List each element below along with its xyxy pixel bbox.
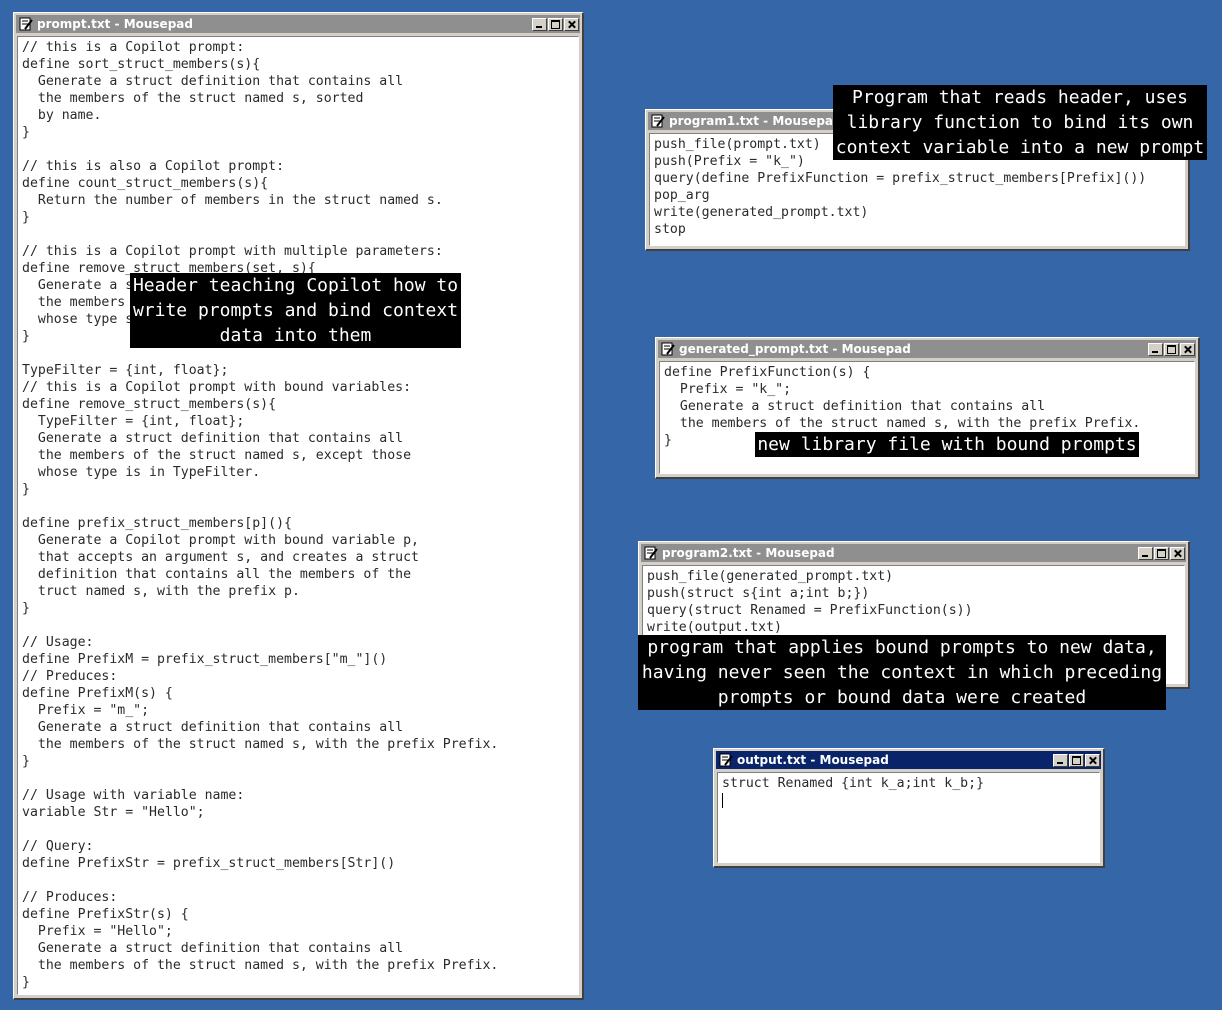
output-text: struct Renamed {int k_a;int k_b;} bbox=[722, 776, 985, 791]
notepad-icon bbox=[644, 546, 658, 560]
titlebar-prompt[interactable]: prompt.txt - Mousepad bbox=[16, 15, 580, 33]
close-icon[interactable] bbox=[1170, 546, 1185, 560]
annotation-program1: Program that reads header, uses library … bbox=[833, 85, 1207, 160]
editor-content[interactable]: // this is a Copilot prompt: define sort… bbox=[18, 37, 578, 991]
titlebar-output[interactable]: output.txt - Mousepad bbox=[716, 751, 1101, 769]
text-caret bbox=[722, 792, 723, 808]
notepad-icon bbox=[19, 17, 33, 31]
text-editor-output[interactable]: struct Renamed {int k_a;int k_b;} bbox=[717, 772, 1100, 863]
titlebar-generated-prompt[interactable]: generated_prompt.txt - Mousepad bbox=[658, 340, 1196, 358]
window-output[interactable]: output.txt - Mousepad struct Renamed {in… bbox=[713, 748, 1105, 868]
text-editor-generated-prompt[interactable]: define PrefixFunction(s) { Prefix = "k_"… bbox=[659, 361, 1195, 474]
minimize-icon[interactable] bbox=[1053, 753, 1068, 767]
maximize-icon[interactable] bbox=[1154, 546, 1169, 560]
window-generated-prompt[interactable]: generated_prompt.txt - Mousepad define P… bbox=[655, 337, 1200, 479]
titlebar-program2[interactable]: program2.txt - Mousepad bbox=[641, 544, 1186, 562]
close-icon[interactable] bbox=[564, 17, 579, 31]
window-title: output.txt - Mousepad bbox=[737, 753, 889, 767]
window-prompt[interactable]: prompt.txt - Mousepad // this is a Copil… bbox=[13, 12, 584, 1000]
editor-content[interactable]: push_file(generated_prompt.txt) push(str… bbox=[643, 566, 1184, 636]
window-title: prompt.txt - Mousepad bbox=[37, 17, 193, 31]
window-title: program2.txt - Mousepad bbox=[662, 546, 835, 560]
minimize-icon[interactable] bbox=[532, 17, 547, 31]
maximize-icon[interactable] bbox=[548, 17, 563, 31]
notepad-icon bbox=[661, 342, 675, 356]
close-icon[interactable] bbox=[1085, 753, 1100, 767]
notepad-icon bbox=[651, 114, 665, 128]
maximize-icon[interactable] bbox=[1069, 753, 1084, 767]
annotation-generated-prompt: new library file with bound prompts bbox=[755, 432, 1139, 457]
editor-content[interactable]: struct Renamed {int k_a;int k_b;} bbox=[718, 773, 1099, 809]
notepad-icon bbox=[719, 753, 733, 767]
close-icon[interactable] bbox=[1180, 342, 1195, 356]
minimize-icon[interactable] bbox=[1148, 342, 1163, 356]
text-editor-prompt[interactable]: // this is a Copilot prompt: define sort… bbox=[17, 36, 579, 995]
annotation-program2: program that applies bound prompts to ne… bbox=[638, 635, 1166, 710]
minimize-icon[interactable] bbox=[1138, 546, 1153, 560]
window-title: generated_prompt.txt - Mousepad bbox=[679, 342, 911, 356]
annotation-header: Header teaching Copilot how to write pro… bbox=[130, 273, 461, 348]
maximize-icon[interactable] bbox=[1164, 342, 1179, 356]
